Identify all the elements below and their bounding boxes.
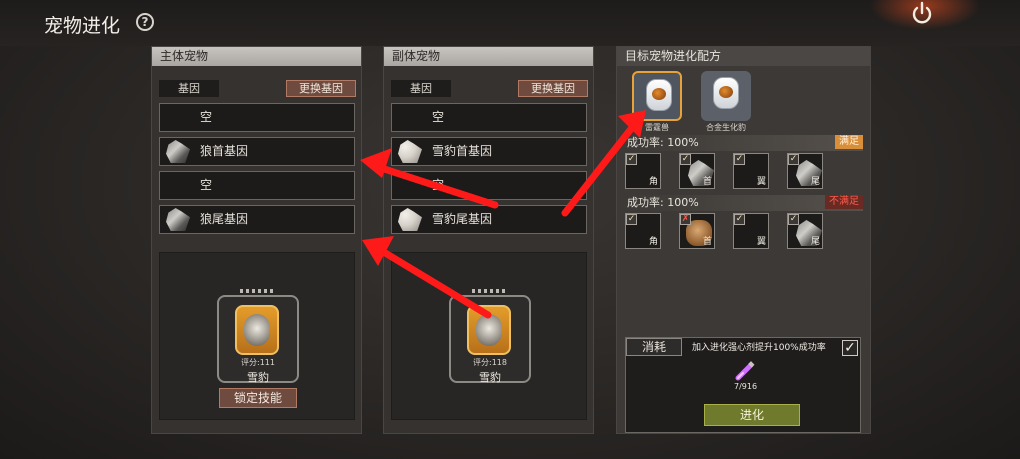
requirement-slot-horn[interactable]: ✓ 角 (625, 213, 661, 249)
main-swap-gene-button[interactable]: 更换基因 (286, 80, 356, 97)
check-icon: ✓ (734, 154, 745, 165)
recipe-panel: 目标宠物进化配方 雷霆兽 合金生化豹 成功率: 100% 满足 ✓ 角 ✓ 首 … (616, 46, 871, 434)
requirement-label: 尾 (810, 177, 820, 187)
sub-gene-slot-2-text: 雪豹首基因 (432, 144, 493, 158)
check-icon: ✓ (734, 214, 745, 225)
main-pet-panel: 主体宠物 基因 更换基因 空 狼首基因 空 狼尾基因 评分:111 雪豹 锁定技… (151, 46, 362, 434)
check-icon: ✓ (626, 214, 637, 225)
potion-icon[interactable] (734, 360, 756, 382)
requirement-label: 角 (648, 177, 658, 187)
main-gene-slot-4-text: 狼尾基因 (200, 212, 249, 226)
power-icon[interactable] (909, 0, 935, 26)
requirement-slot-head[interactable]: ✗ 首 (679, 213, 715, 249)
main-pet-score: 评分:111 (241, 358, 275, 367)
sub-gene-slot-4-text: 雪豹尾基因 (432, 212, 493, 226)
requirement-label: 首 (702, 237, 712, 247)
evolve-button[interactable]: 进化 (704, 404, 800, 426)
check-icon: ✓ (788, 154, 799, 165)
boost-note: 加入进化强心剂提升100%成功率 (692, 343, 826, 353)
check-icon: ✓ (626, 154, 637, 165)
recipe-target-1[interactable] (632, 71, 682, 121)
requirement-slot-wing[interactable]: ✓ 翼 (733, 213, 769, 249)
main-pet-name: 雪豹 (247, 371, 269, 384)
check-icon: ✓ (680, 154, 691, 165)
requirement-label: 尾 (810, 237, 820, 247)
pet-tag-icon (713, 77, 739, 109)
recipe-target-2-name: 合金生化豹 (706, 123, 746, 132)
requirement-slot-head[interactable]: ✓ 首 (679, 153, 715, 189)
potion-count: 7/916 (734, 382, 758, 391)
success-rate-1: 成功率: 100% (627, 136, 699, 149)
main-gene-slot-3-text: 空 (200, 178, 213, 192)
wolf-icon (166, 208, 190, 231)
recipe-target-2[interactable] (701, 71, 751, 121)
check-icon: ✓ (788, 214, 799, 225)
leopard-icon (398, 208, 422, 231)
main-pet-panel-title: 主体宠物 (152, 47, 361, 66)
sub-gene-label: 基因 (391, 80, 451, 97)
main-gene-slot-3[interactable]: 空 (159, 171, 355, 200)
sub-swap-gene-button[interactable]: 更换基因 (518, 80, 588, 97)
requirement-slot-tail[interactable]: ✓ 尾 (787, 153, 823, 189)
leopard-icon (398, 140, 422, 163)
card-stripes (240, 289, 276, 293)
page-title: 宠物进化 (44, 15, 121, 37)
lock-skill-button[interactable]: 锁定技能 (219, 388, 297, 408)
sub-pet-score: 评分:118 (473, 358, 507, 367)
sub-pet-card[interactable]: 评分:118 雪豹 (449, 295, 531, 384)
sub-pet-card-area: 评分:118 雪豹 (391, 252, 587, 420)
sub-gene-slot-1[interactable]: 空 (391, 103, 587, 132)
status-badge-2: 不满足 (825, 195, 863, 209)
sub-gene-slot-2[interactable]: 雪豹首基因 (391, 137, 587, 166)
requirement-label: 翼 (756, 237, 766, 247)
sub-gene-bar: 基因 更换基因 (391, 80, 588, 97)
sub-pet-panel-title: 副体宠物 (384, 47, 593, 66)
sub-gene-slot-1-text: 空 (432, 110, 445, 124)
success-rate-2: 成功率: 100% (627, 196, 699, 209)
wolf-icon (166, 140, 190, 163)
main-gene-slot-4[interactable]: 狼尾基因 (159, 205, 355, 234)
requirement-slot-horn[interactable]: ✓ 角 (625, 153, 661, 189)
card-stripes (472, 289, 508, 293)
main-pet-card[interactable]: 评分:111 雪豹 (217, 295, 299, 384)
sub-gene-slot-4[interactable]: 雪豹尾基因 (391, 205, 587, 234)
pet-tag-icon (235, 305, 279, 355)
main-pet-card-area: 评分:111 雪豹 锁定技能 (159, 252, 355, 420)
sub-gene-slot-3-text: 空 (432, 178, 445, 192)
main-gene-label: 基因 (159, 80, 219, 97)
pet-tag-icon (646, 79, 672, 111)
sub-gene-slot-3[interactable]: 空 (391, 171, 587, 200)
requirement-label: 翼 (756, 177, 766, 187)
consume-tab: 消耗 (626, 338, 682, 356)
recipe-target-1-name: 雷霆兽 (645, 123, 669, 132)
pet-tag-icon (467, 305, 511, 355)
help-icon[interactable]: ? (136, 13, 154, 31)
cross-icon: ✗ (680, 214, 691, 225)
main-gene-slot-2-text: 狼首基因 (200, 144, 249, 158)
requirement-row-1: 成功率: 100% 满足 ✓ 角 ✓ 首 ✓ 翼 ✓ 尾 (623, 135, 863, 193)
sub-pet-panel: 副体宠物 基因 更换基因 空 雪豹首基因 空 雪豹尾基因 评分:118 雪豹 (383, 46, 594, 434)
requirement-label: 角 (648, 237, 658, 247)
main-gene-slot-2[interactable]: 狼首基因 (159, 137, 355, 166)
requirement-row-2: 成功率: 100% 不满足 ✓ 角 ✗ 首 ✓ 翼 ✓ 尾 (623, 195, 863, 253)
consume-box: 消耗 加入进化强心剂提升100%成功率 ✓ 7/916 进化 (625, 337, 861, 433)
requirement-label: 首 (702, 177, 712, 187)
boost-checkbox[interactable]: ✓ (842, 340, 858, 356)
main-gene-bar: 基因 更换基因 (159, 80, 356, 97)
main-gene-slot-1-text: 空 (200, 110, 213, 124)
main-gene-slot-1[interactable]: 空 (159, 103, 355, 132)
recipe-panel-title: 目标宠物进化配方 (617, 47, 870, 66)
status-badge-1: 满足 (835, 135, 863, 149)
requirement-slot-wing[interactable]: ✓ 翼 (733, 153, 769, 189)
requirement-slot-tail[interactable]: ✓ 尾 (787, 213, 823, 249)
sub-pet-name: 雪豹 (479, 371, 501, 384)
